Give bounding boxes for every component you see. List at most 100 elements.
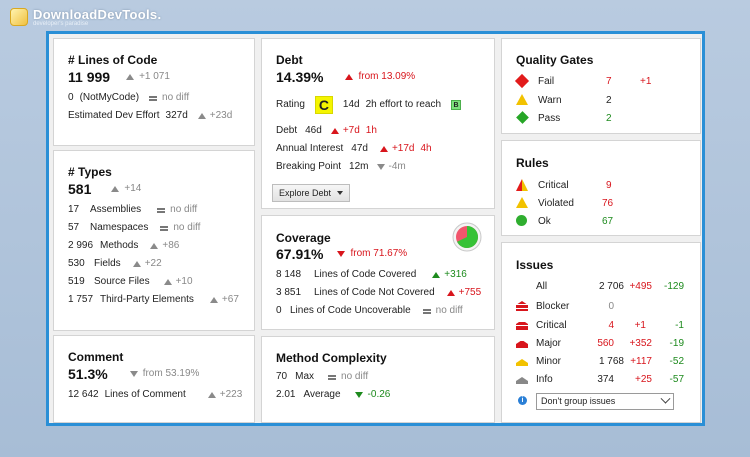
types-row-value: 1 757: [68, 294, 94, 305]
qg-count: 2: [606, 113, 612, 124]
complexity-max-value: 70: [276, 371, 288, 382]
issues-label: All: [536, 281, 548, 292]
minor-severity-icon: [516, 359, 528, 366]
loc-title: # Lines of Code: [68, 53, 158, 67]
issues-count: 4: [608, 320, 614, 331]
info-icon[interactable]: i: [518, 396, 527, 405]
trend-up-icon: [446, 290, 455, 296]
interest-label: Annual Interest: [276, 143, 344, 154]
rules-title: Rules: [516, 156, 549, 170]
comment-from: from 53.19%: [142, 368, 200, 379]
trend-up-icon: [209, 297, 218, 303]
issues-removed: -57: [669, 374, 684, 385]
loc-value: 11 999: [68, 69, 111, 85]
comment-value: 51.3%: [68, 366, 108, 382]
notmycode-value: 0: [68, 92, 74, 103]
coverage-row-label: Lines of Code Uncoverable: [290, 305, 411, 316]
types-row: 57 Namespaces no diff: [68, 221, 200, 235]
chevron-down-icon: [660, 393, 671, 404]
complexity-max-label: Max: [295, 371, 315, 382]
trend-down-icon: [337, 251, 346, 257]
trend-up-icon: [150, 243, 159, 249]
types-title: # Types: [68, 165, 112, 179]
qg-delta: +1: [640, 76, 652, 87]
effort-delta: +23d: [209, 110, 233, 121]
issues-added: +495: [629, 281, 652, 292]
equal-icon: [160, 225, 169, 231]
group-issues-value: Don't group issues: [541, 396, 616, 406]
download-logo-icon: [10, 8, 28, 26]
types-row-delta: +67: [221, 294, 239, 305]
breaking-point-label: Breaking Point: [276, 161, 342, 172]
issues-count: 0: [608, 301, 614, 312]
debt-card: Debt 14.39% from 13.09% Rating C 14d 2h …: [261, 38, 495, 209]
types-row-value: 17: [68, 204, 80, 215]
trend-up-icon: [345, 74, 354, 80]
equal-icon: [157, 207, 166, 213]
types-row-delta: +10: [175, 276, 193, 287]
trend-up-icon: [126, 74, 135, 80]
qg-label: Pass: [538, 113, 561, 124]
effort-label: Estimated Dev Effort: [68, 110, 160, 121]
trend-up-icon: [330, 128, 339, 134]
trend-up-icon: [163, 279, 172, 285]
issues-label: Major: [536, 338, 562, 349]
rules-count: 67: [602, 216, 614, 227]
types-row-delta: +22: [144, 258, 162, 269]
types-row-label: Fields: [94, 258, 121, 269]
trend-up-icon: [132, 261, 141, 267]
debt-value: 14.39%: [276, 69, 324, 85]
debt-label: Debt: [276, 125, 298, 136]
equal-icon: [328, 374, 337, 380]
trend-up-icon: [111, 186, 120, 192]
comment-lines-value: 12 642: [68, 389, 99, 400]
interest-value: 47d: [351, 143, 368, 154]
types-row-label: Assemblies: [90, 204, 142, 215]
issues-count: 2 706: [598, 281, 624, 292]
interest-delta-days: +17d: [391, 143, 415, 154]
issues-label: Critical: [536, 320, 567, 331]
major-severity-icon: [516, 340, 528, 348]
equal-icon: [422, 308, 431, 314]
coverage-row: 0 Lines of Code Uncoverable no diff: [276, 304, 463, 318]
types-row-delta: no diff: [173, 222, 201, 233]
types-row: 519 Source Files +10: [68, 275, 193, 289]
issues-added: +1: [634, 320, 646, 331]
types-row-delta: no diff: [170, 204, 198, 215]
complexity-max-delta: no diff: [341, 371, 369, 382]
coverage-row-value: 8 148: [276, 269, 302, 280]
types-row-value: 2 996: [68, 240, 94, 251]
types-delta: +14: [124, 183, 142, 194]
interest-delta-hours: 4h: [420, 143, 432, 154]
trend-up-icon: [207, 392, 216, 398]
issues-added: +352: [629, 338, 652, 349]
coverage-row-delta: +755: [458, 287, 482, 298]
issues-count: 1 768: [598, 356, 624, 367]
debt-amount: 46d: [305, 125, 322, 136]
types-row-label: Namespaces: [90, 222, 149, 233]
types-row-label: Methods: [100, 240, 139, 251]
rules-card: Rules Critical 9 Violated 76 Ok 67: [501, 140, 701, 236]
rules-count: 9: [606, 180, 612, 191]
complexity-avg-value: 2.01: [276, 389, 296, 400]
issues-label: Blocker: [536, 301, 570, 312]
coverage-row-delta: no diff: [435, 305, 463, 316]
types-row: 1 757 Third-Party Elements +67: [68, 293, 239, 307]
violated-icon: [516, 197, 528, 209]
group-issues-select[interactable]: Don't group issues: [536, 393, 674, 410]
comment-lines-delta: +223: [219, 389, 243, 400]
complexity-avg-delta: -0.26: [367, 389, 391, 400]
dashboard-frame: # Lines of Code 11 999 +1 071 0 (NotMyCo…: [46, 31, 705, 426]
quality-gates-card: Quality Gates Fail 7 +1 Warn 2 Pass 2: [501, 38, 701, 134]
loc-card: # Lines of Code 11 999 +1 071 0 (NotMyCo…: [53, 38, 255, 146]
comment-title: Comment: [68, 350, 124, 364]
blocker-severity-icon: [516, 301, 528, 311]
notmycode-label: (NotMyCode): [79, 92, 140, 103]
issues-removed: -129: [663, 281, 684, 292]
coverage-row-value: 0: [276, 305, 282, 316]
issues-removed: -19: [669, 338, 684, 349]
coverage-row: 8 148 Lines of Code Covered +316: [276, 268, 467, 282]
explore-debt-button[interactable]: Explore Debt: [272, 184, 351, 202]
coverage-row-label: Lines of Code Not Covered: [314, 287, 435, 298]
coverage-title: Coverage: [276, 231, 331, 245]
